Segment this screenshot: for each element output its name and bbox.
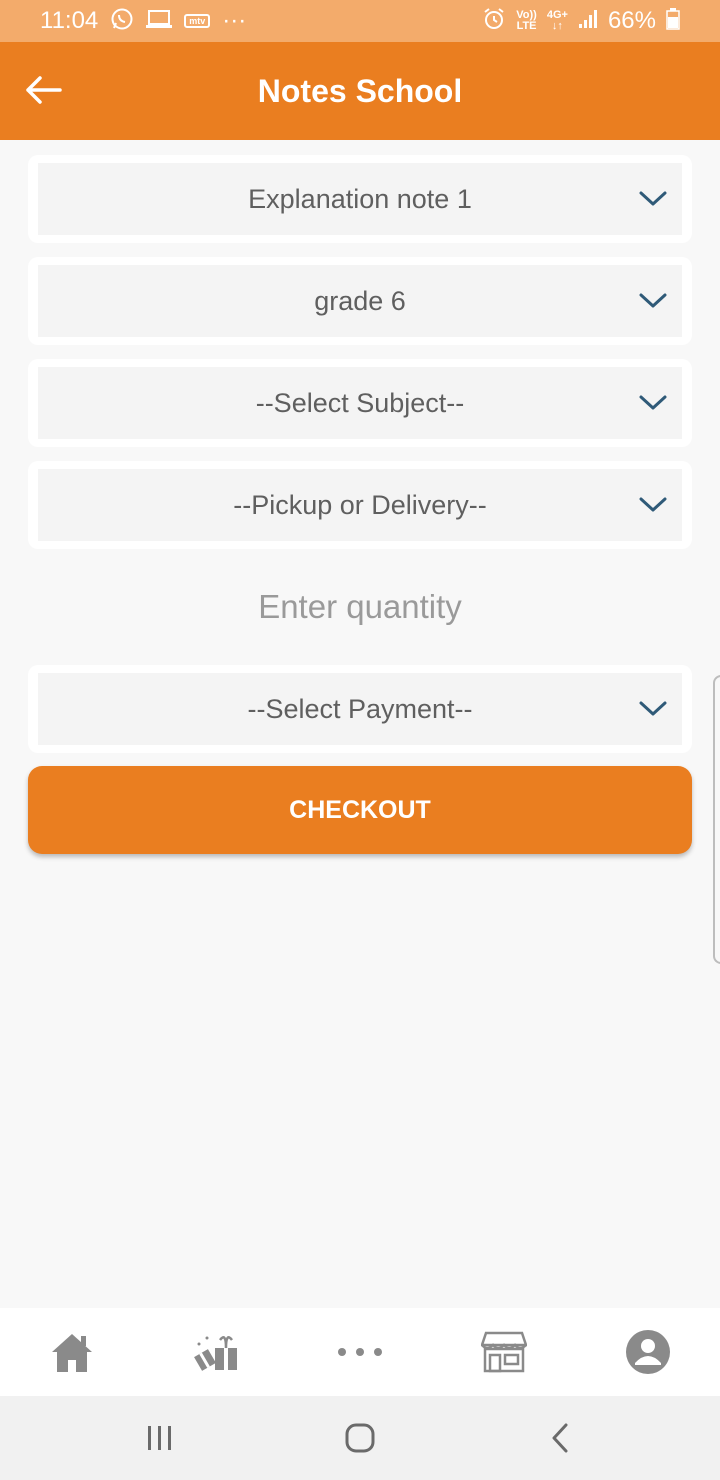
- page-title: Notes School: [257, 72, 463, 109]
- nav-gifts[interactable]: [180, 1316, 252, 1388]
- note-type-value: Explanation note 1: [248, 183, 472, 214]
- network-4g-icon: 4G+ ↓↑: [546, 9, 568, 32]
- back-icon: [552, 1423, 568, 1453]
- delivery-card: --Pickup or Delivery--: [28, 461, 692, 549]
- battery-percent: 66%: [607, 7, 656, 34]
- more-notifications-icon: ···: [222, 7, 247, 34]
- nav-more[interactable]: [324, 1316, 396, 1388]
- recents-icon: [148, 1426, 171, 1450]
- chevron-down-icon: [639, 293, 667, 308]
- signal-icon: [578, 9, 598, 33]
- chevron-down-icon: [639, 395, 667, 410]
- status-bar: 11:04 mtv ··· Vo)) LTE 4G+ ↓↑ 66%: [0, 0, 720, 42]
- recents-button[interactable]: [120, 1408, 200, 1468]
- note-type-card: Explanation note 1: [28, 155, 692, 243]
- whatsapp-icon: [110, 7, 134, 35]
- back-button[interactable]: [22, 68, 66, 112]
- mtv-icon: mtv: [184, 14, 211, 28]
- grade-value: grade 6: [314, 285, 406, 316]
- delivery-value: --Pickup or Delivery--: [233, 489, 487, 520]
- grade-select[interactable]: grade 6: [38, 265, 682, 337]
- subject-card: --Select Subject--: [28, 359, 692, 447]
- nav-store[interactable]: [468, 1316, 540, 1388]
- gift-icon: [194, 1336, 237, 1371]
- system-nav: [0, 1396, 720, 1480]
- nav-profile[interactable]: [612, 1316, 684, 1388]
- alarm-icon: [482, 7, 506, 35]
- chevron-down-icon: [639, 701, 667, 716]
- subject-value: --Select Subject--: [255, 387, 465, 418]
- payment-value: --Select Payment--: [247, 693, 473, 724]
- nav-home[interactable]: [36, 1316, 108, 1388]
- quantity-input[interactable]: [28, 574, 692, 640]
- checkout-button[interactable]: CHECKOUT: [28, 766, 692, 854]
- system-home-button[interactable]: [320, 1408, 400, 1468]
- delivery-select[interactable]: --Pickup or Delivery--: [38, 469, 682, 541]
- edge-panel-handle[interactable]: [713, 675, 720, 964]
- chevron-down-icon: [639, 191, 667, 206]
- home-button-icon: [345, 1423, 375, 1453]
- system-back-button[interactable]: [520, 1408, 600, 1468]
- payment-card: --Select Payment--: [28, 665, 692, 753]
- laptop-icon: [146, 8, 173, 34]
- more-dots-icon: [338, 1348, 382, 1356]
- grade-card: grade 6: [28, 257, 692, 345]
- quantity-field-wrapper: [28, 574, 692, 640]
- chevron-down-icon: [639, 497, 667, 512]
- volte-icon: Vo)) LTE: [516, 9, 537, 32]
- store-icon: [481, 1331, 527, 1373]
- arrow-left-icon: [26, 76, 62, 104]
- app-bar: Notes School: [0, 42, 720, 140]
- status-time: 11:04: [40, 7, 99, 34]
- payment-select[interactable]: --Select Payment--: [38, 673, 682, 745]
- home-icon: [52, 1334, 92, 1372]
- bottom-nav: [0, 1308, 720, 1396]
- subject-select[interactable]: --Select Subject--: [38, 367, 682, 439]
- battery-icon: [666, 8, 680, 34]
- note-type-select[interactable]: Explanation note 1: [38, 163, 682, 235]
- profile-icon: [626, 1330, 670, 1374]
